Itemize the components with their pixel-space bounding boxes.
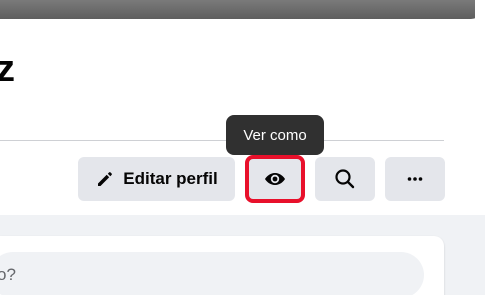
profile-page: z Ver como Editar perfil o?: [0, 0, 485, 295]
more-dots-icon: [405, 169, 425, 189]
more-options-button[interactable]: [385, 157, 445, 201]
profile-name: z: [0, 48, 16, 90]
pencil-icon: [95, 169, 115, 189]
cover-photo-gap: [475, 0, 485, 19]
view-as-button[interactable]: [245, 155, 305, 203]
header-divider: [0, 140, 444, 141]
edit-profile-label: Editar perfil: [123, 169, 218, 188]
cover-photo-image: [0, 0, 485, 19]
search-icon: [333, 167, 357, 191]
eye-icon: [263, 167, 287, 191]
edit-profile-button[interactable]: Editar perfil: [78, 157, 235, 201]
post-composer-input[interactable]: o?: [0, 252, 424, 295]
cover-photo[interactable]: [0, 0, 485, 19]
search-button[interactable]: [315, 157, 375, 201]
composer-placeholder: o?: [0, 265, 16, 284]
view-as-tooltip: Ver como: [226, 115, 324, 155]
